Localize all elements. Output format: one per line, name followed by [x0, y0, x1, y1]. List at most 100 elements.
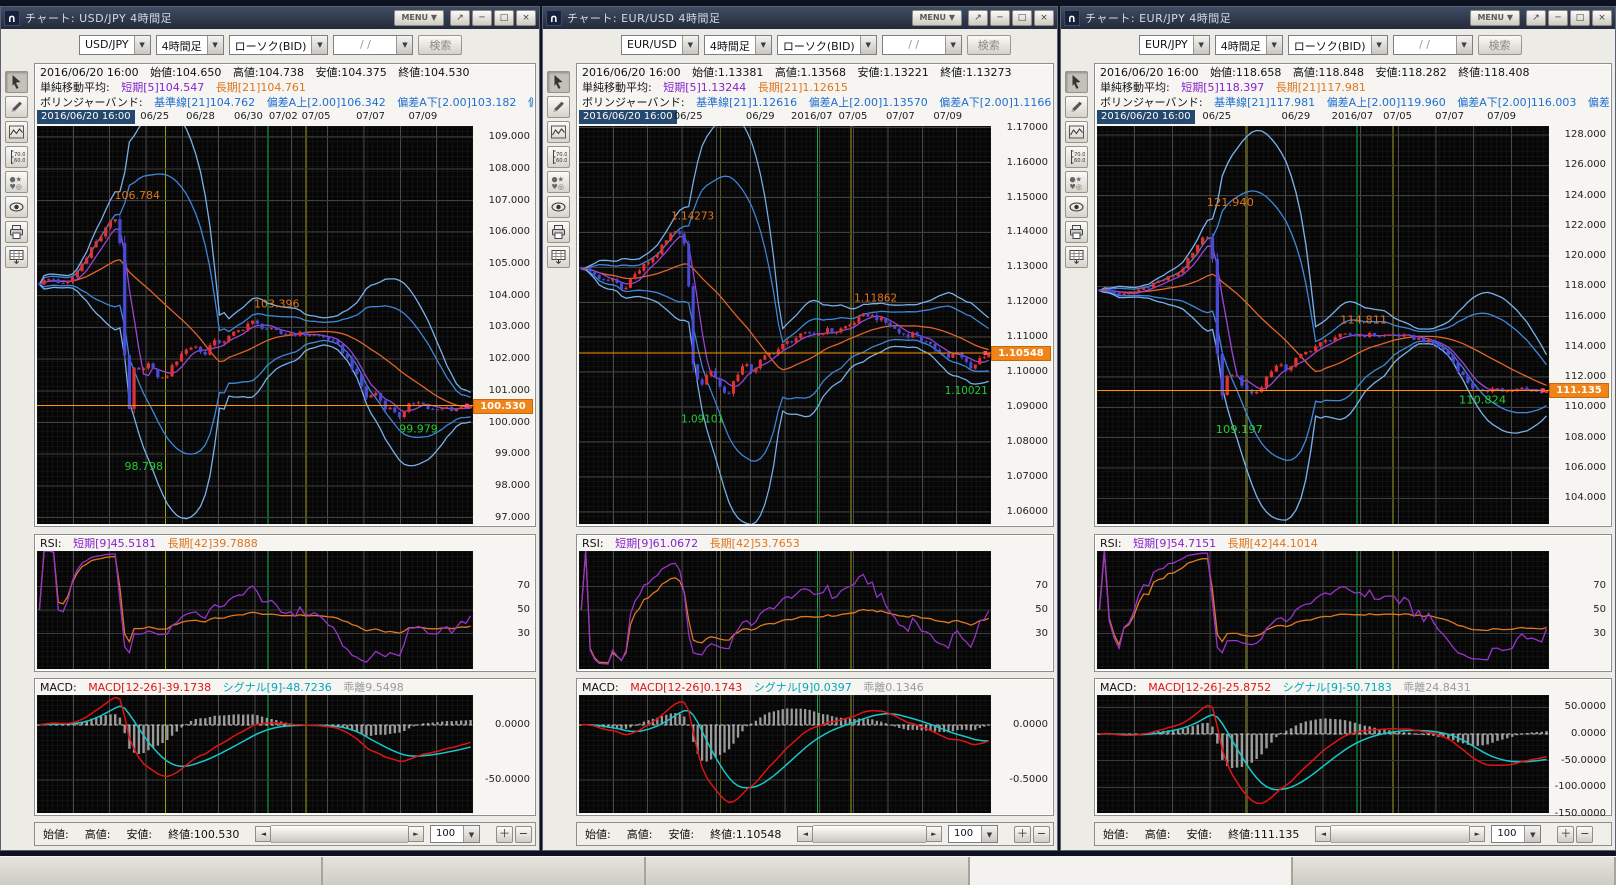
indicator-tool-button[interactable] — [1065, 121, 1088, 143]
rsi-chart[interactable] — [579, 551, 991, 669]
minimize-button[interactable]: ─ — [1548, 10, 1568, 26]
print-tool-button[interactable] — [547, 221, 570, 243]
candle-count-select[interactable]: 100▼ — [430, 825, 480, 843]
scale-tool-button[interactable]: 70.060.0 — [5, 146, 28, 168]
indicator-tool-button[interactable] — [5, 121, 28, 143]
chevron-down-icon[interactable]: ▼ — [1524, 826, 1540, 842]
candle-count-select[interactable]: 100▼ — [1491, 825, 1541, 843]
cursor-tool-button[interactable] — [5, 71, 28, 93]
chevron-down-icon[interactable]: ▼ — [463, 826, 479, 842]
price-chart[interactable]: 1.142731.118621.091011.10021 — [579, 126, 991, 524]
chevron-down-icon[interactable]: ▼ — [682, 36, 698, 54]
macd-chart[interactable] — [579, 695, 991, 813]
marker-tool-button[interactable]: ●★♥◎ — [547, 171, 570, 193]
taskbar-segment[interactable] — [646, 857, 969, 885]
candle-count-select[interactable]: 100▼ — [948, 825, 998, 843]
close-button[interactable]: × — [516, 10, 536, 26]
zoom-out-button[interactable]: − — [1033, 826, 1050, 843]
scrollbar-track[interactable] — [1331, 825, 1469, 843]
zoom-in-button[interactable]: ＋ — [1014, 826, 1031, 843]
pair-select[interactable]: EUR/USD▼ — [621, 35, 699, 55]
chevron-down-icon[interactable]: ▼ — [134, 36, 150, 54]
timeframe-select[interactable]: 4時間足▼ — [156, 35, 224, 55]
chevron-down-icon[interactable]: ▼ — [207, 36, 223, 54]
close-button[interactable]: × — [1592, 10, 1612, 26]
scroll-right-button[interactable]: ► — [926, 826, 942, 842]
menu-button[interactable]: MENU ▼ — [912, 10, 962, 26]
minimize-button[interactable]: ─ — [472, 10, 492, 26]
chevron-down-icon[interactable]: ▼ — [755, 36, 771, 54]
export-tool-button[interactable] — [547, 246, 570, 268]
popout-button[interactable]: ↗ — [1526, 10, 1546, 26]
scale-tool-button[interactable]: 70.060.0 — [1065, 146, 1088, 168]
price-chart[interactable]: 121.940114.811109.197110.824 — [1097, 126, 1549, 524]
maximize-button[interactable]: □ — [1012, 10, 1032, 26]
pencil-tool-button[interactable] — [547, 96, 570, 118]
indicator-tool-button[interactable] — [547, 121, 570, 143]
zoom-in-button[interactable]: ＋ — [496, 826, 513, 843]
chevron-down-icon[interactable]: ▼ — [981, 826, 997, 842]
date-input[interactable]: / /▼ — [1393, 35, 1473, 55]
rsi-chart[interactable] — [1097, 551, 1549, 669]
close-button[interactable]: × — [1034, 10, 1054, 26]
date-input[interactable]: / /▼ — [882, 35, 962, 55]
zoom-out-button[interactable]: − — [1576, 826, 1593, 843]
chevron-down-icon[interactable]: ▼ — [945, 36, 961, 54]
timeframe-select[interactable]: 4時間足▼ — [704, 35, 772, 55]
chevron-down-icon[interactable]: ▼ — [1456, 36, 1472, 54]
pair-select[interactable]: EUR/JPY▼ — [1139, 35, 1210, 55]
date-input[interactable]: / /▼ — [333, 35, 413, 55]
marker-tool-button[interactable]: ●★♥◎ — [1065, 171, 1088, 193]
visibility-tool-button[interactable] — [5, 196, 28, 218]
print-tool-button[interactable] — [5, 221, 28, 243]
visibility-tool-button[interactable] — [547, 196, 570, 218]
pair-select[interactable]: USD/JPY▼ — [79, 35, 151, 55]
chevron-down-icon[interactable]: ▼ — [1193, 36, 1209, 54]
popout-button[interactable]: ↗ — [450, 10, 470, 26]
chevron-down-icon[interactable]: ▼ — [396, 36, 412, 54]
scroll-left-button[interactable]: ◄ — [255, 826, 271, 842]
export-tool-button[interactable] — [5, 246, 28, 268]
h-scrollbar[interactable]: ◄ ► — [255, 826, 424, 842]
taskbar-segment[interactable] — [323, 857, 646, 885]
macd-chart[interactable] — [1097, 695, 1549, 813]
chevron-down-icon[interactable]: ▼ — [311, 36, 327, 54]
export-tool-button[interactable] — [1065, 246, 1088, 268]
scroll-left-button[interactable]: ◄ — [1315, 826, 1331, 842]
chevron-down-icon[interactable]: ▼ — [1371, 36, 1387, 54]
cursor-tool-button[interactable] — [547, 71, 570, 93]
pencil-tool-button[interactable] — [1065, 96, 1088, 118]
visibility-tool-button[interactable] — [1065, 196, 1088, 218]
maximize-button[interactable]: □ — [1570, 10, 1590, 26]
scrollbar-track[interactable] — [813, 825, 926, 843]
menu-button[interactable]: MENU ▼ — [1470, 10, 1520, 26]
zoom-in-button[interactable]: ＋ — [1557, 826, 1574, 843]
h-scrollbar[interactable]: ◄ ► — [1315, 826, 1485, 842]
minimize-button[interactable]: ─ — [990, 10, 1010, 26]
macd-chart[interactable] — [37, 695, 473, 813]
search-button[interactable]: 検索 — [1478, 35, 1522, 55]
rsi-chart[interactable] — [37, 551, 473, 669]
chevron-down-icon[interactable]: ▼ — [1266, 36, 1282, 54]
scroll-left-button[interactable]: ◄ — [797, 826, 813, 842]
cursor-tool-button[interactable] — [1065, 71, 1088, 93]
charttype-select[interactable]: ローソク(BID)▼ — [229, 35, 329, 55]
taskbar-segment[interactable] — [970, 857, 1293, 885]
pencil-tool-button[interactable] — [5, 96, 28, 118]
scale-tool-button[interactable]: 70.060.0 — [547, 146, 570, 168]
timeframe-select[interactable]: 4時間足▼ — [1215, 35, 1283, 55]
chevron-down-icon[interactable]: ▼ — [860, 36, 876, 54]
menu-button[interactable]: MENU ▼ — [394, 10, 444, 26]
charttype-select[interactable]: ローソク(BID)▼ — [1288, 35, 1388, 55]
scrollbar-track[interactable] — [271, 825, 408, 843]
scroll-right-button[interactable]: ► — [408, 826, 424, 842]
scroll-right-button[interactable]: ► — [1469, 826, 1485, 842]
zoom-out-button[interactable]: − — [515, 826, 532, 843]
taskbar-segment[interactable] — [1293, 857, 1616, 885]
price-chart[interactable]: 106.784103.39698.79899.979 — [37, 126, 473, 524]
charttype-select[interactable]: ローソク(BID)▼ — [777, 35, 877, 55]
search-button[interactable]: 検索 — [418, 35, 462, 55]
marker-tool-button[interactable]: ●★♥◎ — [5, 171, 28, 193]
taskbar-segment[interactable] — [0, 857, 323, 885]
search-button[interactable]: 検索 — [967, 35, 1011, 55]
